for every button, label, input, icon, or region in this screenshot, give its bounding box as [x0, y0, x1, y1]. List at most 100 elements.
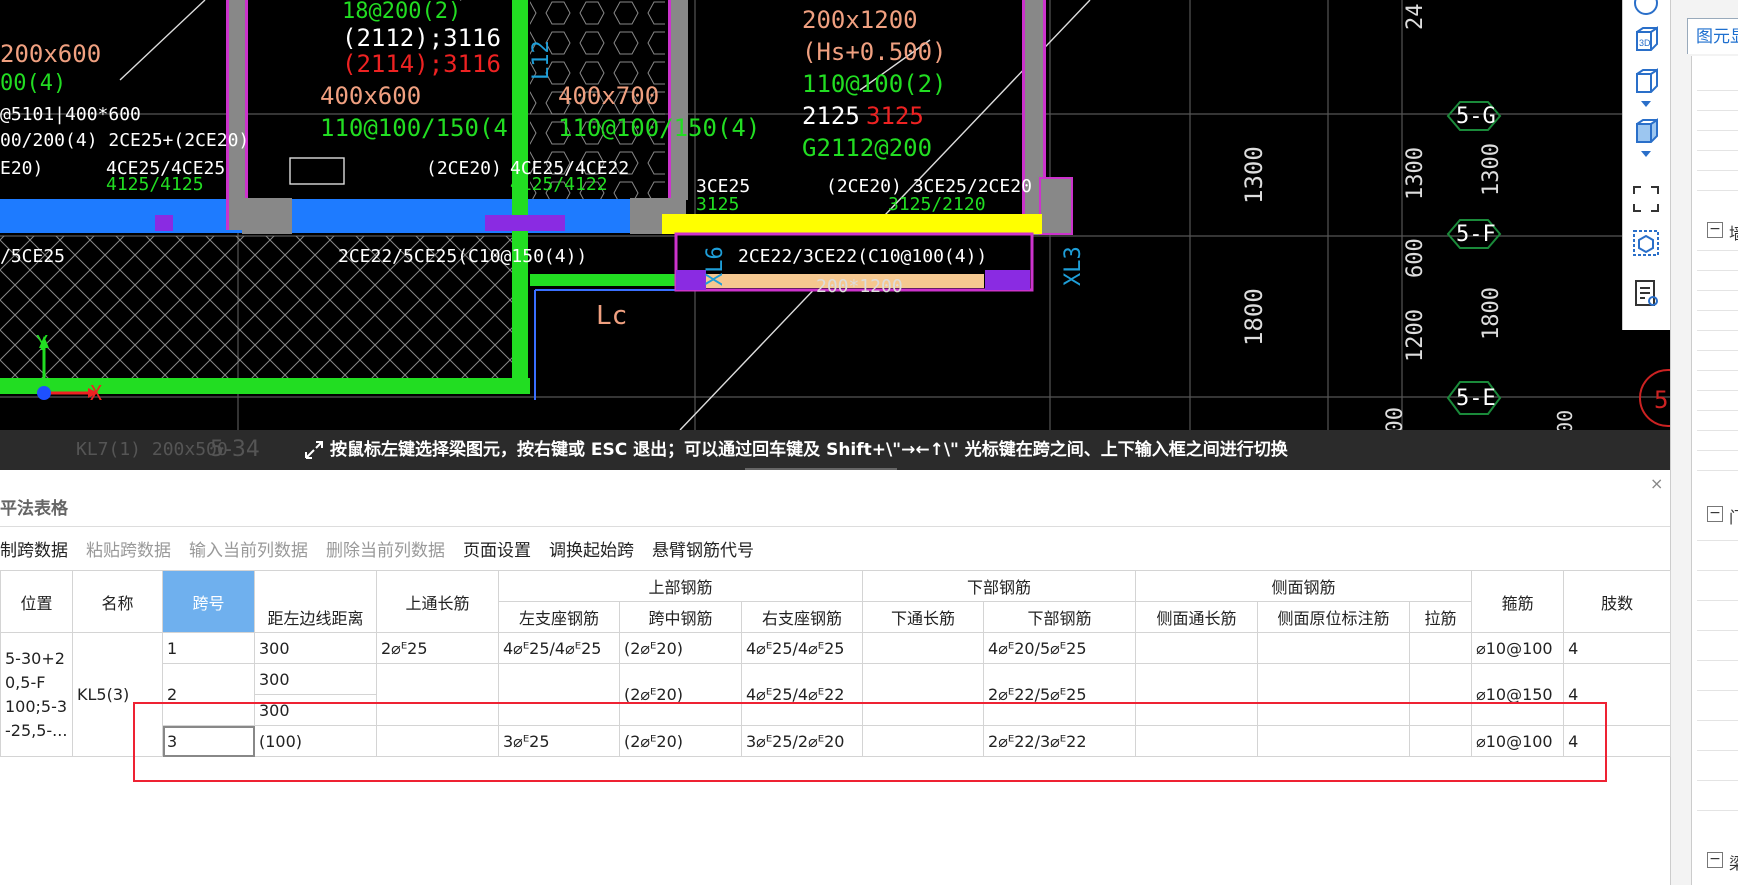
tree-node-door[interactable]: 门 — [1729, 504, 1738, 528]
side-inplace-cell[interactable] — [1257, 663, 1411, 726]
dist-cell[interactable]: 300 — [254, 694, 377, 726]
cad-label: Lc — [596, 301, 627, 331]
legs-cell[interactable]: 4 — [1563, 663, 1672, 726]
swap-start-span-button[interactable]: 调换起始跨 — [549, 536, 634, 566]
right-side-panel: 图元显示 − 墙 − 门 − 梁 — [1670, 0, 1738, 885]
cad-label: XL3 — [1061, 246, 1086, 286]
col-header-name: 名称 — [72, 570, 163, 633]
table-row: 2 300 (2⌀ᴱ20) 4⌀ᴱ25/4⌀ᴱ22 2⌀ᴱ22/5⌀ᴱ25 ⌀1… — [1, 663, 1672, 726]
cad-label: G2112@200 — [802, 134, 932, 162]
delete-column-button[interactable]: 删除当前列数据 — [326, 536, 445, 566]
3d-view-icon[interactable]: 3D — [1629, 22, 1663, 56]
bottom-through-cell[interactable] — [862, 725, 985, 757]
orbit-icon[interactable] — [1629, 0, 1663, 20]
paste-span-button[interactable]: 粘贴跨数据 — [86, 536, 171, 566]
chevron-down-icon[interactable] — [1629, 96, 1663, 112]
cad-label: 1200 — [1403, 309, 1428, 362]
legs-cell[interactable]: 4 — [1563, 725, 1672, 757]
right-seat-cell[interactable]: 3⌀ᴱ25/2⌀ᴱ20 — [740, 725, 864, 757]
cad-label: 1300 — [1479, 143, 1504, 196]
span-edit-cell[interactable]: 3 — [162, 725, 255, 757]
copy-span-button[interactable]: 制跨数据 — [0, 536, 68, 566]
position-line: 0,5-F — [5, 672, 46, 692]
side-through-cell[interactable] — [1135, 663, 1259, 726]
chevron-down-icon[interactable] — [1629, 146, 1663, 162]
cad-label: @5101|400*600 — [0, 104, 141, 125]
cad-label: 1300 — [1240, 146, 1268, 204]
stirrup-cell[interactable]: ⌀10@100 — [1471, 632, 1565, 664]
bottom-through-cell[interactable] — [862, 663, 985, 726]
span-cell[interactable]: 2 — [162, 663, 255, 726]
input-column-button[interactable]: 输入当前列数据 — [189, 536, 308, 566]
select-component-icon[interactable] — [1629, 226, 1663, 260]
fit-view-icon[interactable] — [1629, 182, 1663, 216]
tree-node-wall[interactable]: 墙 — [1729, 220, 1738, 244]
cad-label: 00/200(4) 2CE25+(2CE20) — [0, 130, 249, 151]
page-setup-button[interactable]: 页面设置 — [463, 536, 531, 566]
mid-span-cell[interactable]: (2⌀ᴱ20) — [619, 663, 742, 726]
bottom-through-cell[interactable] — [862, 632, 985, 664]
name-cell[interactable]: KL5(3) — [72, 632, 163, 757]
side-through-cell[interactable] — [1135, 632, 1259, 664]
property-view-icon[interactable] — [1629, 276, 1663, 310]
right-seat-cell[interactable]: 4⌀ᴱ25/4⌀ᴱ22 — [740, 663, 864, 726]
mid-span-cell[interactable]: (2⌀ᴱ20) — [619, 725, 742, 757]
tab-element-display[interactable]: 图元显示 — [1687, 18, 1738, 54]
cad-label: 1800 — [1240, 288, 1268, 346]
left-seat-cell[interactable] — [498, 663, 620, 726]
dist-cell[interactable]: 300 — [254, 663, 377, 695]
left-seat-cell[interactable]: 3⌀ᴱ25 — [498, 725, 620, 757]
tie-cell[interactable] — [1409, 632, 1473, 664]
bottom-bars-cell[interactable]: 4⌀ᴱ20/5⌀ᴱ25 — [983, 632, 1137, 664]
cad-canvas[interactable]: 200x600 00(4) @5101|400*600 00/200(4) 2C… — [0, 0, 1670, 470]
close-icon[interactable]: × — [1650, 474, 1663, 493]
cad-label: 110@100/150(4) — [558, 114, 760, 142]
col-header-legs: 肢数 — [1563, 570, 1672, 633]
top-through-cell[interactable]: 2⌀ᴱ25 — [376, 632, 499, 664]
side-inplace-cell[interactable] — [1257, 725, 1411, 757]
collapse-icon[interactable]: − — [1707, 852, 1723, 868]
cad-label: (2114);3116 — [342, 50, 501, 78]
span-cell[interactable]: 1 — [162, 632, 255, 664]
position-cell[interactable]: 5-30+2 0,5-F 100;5-3 -25,5-... — [0, 632, 73, 757]
collapse-icon[interactable]: − — [1707, 506, 1723, 522]
mid-span-cell[interactable]: (2⌀ᴱ20) — [619, 632, 742, 664]
tree-node-beam[interactable]: 梁 — [1729, 850, 1738, 874]
right-seat-cell[interactable]: 4⌀ᴱ25/4⌀ᴱ25 — [740, 632, 864, 664]
svg-text:3D: 3D — [1639, 38, 1651, 48]
panel-splitter-handle[interactable] — [745, 468, 897, 470]
bottom-bars-cell[interactable]: 2⌀ᴱ22/5⌀ᴱ25 — [983, 663, 1137, 726]
top-through-cell[interactable] — [376, 725, 499, 757]
cad-label: 3125 — [866, 102, 924, 130]
dist-cell[interactable]: 300 — [254, 632, 377, 664]
tie-cell[interactable] — [1409, 663, 1473, 726]
dist-cell[interactable]: (100) — [254, 725, 377, 757]
cad-label: (Hs+0.500) — [802, 38, 947, 66]
col-header-span[interactable]: 跨号 — [162, 570, 255, 633]
cad-label: 200*1200 — [816, 276, 903, 297]
stirrup-cell[interactable]: ⌀10@150 — [1471, 663, 1565, 726]
top-through-cell[interactable] — [376, 663, 499, 726]
position-line: 5-30+2 — [5, 648, 65, 668]
tie-cell[interactable] — [1409, 725, 1473, 757]
bottom-bars-cell[interactable]: 2⌀ᴱ22/3⌀ᴱ22 — [983, 725, 1137, 757]
legs-cell[interactable]: 4 — [1563, 632, 1672, 664]
cad-label: (2112);3116 — [342, 24, 501, 52]
collapse-icon[interactable]: − — [1707, 222, 1723, 238]
cantilever-code-button[interactable]: 悬臂钢筋代号 — [652, 536, 754, 566]
axis-bubble-label: 5 — [1654, 386, 1668, 414]
stirrup-cell[interactable]: ⌀10@100 — [1471, 725, 1565, 757]
side-through-cell[interactable] — [1135, 725, 1259, 757]
cad-label: 400x700 — [558, 82, 659, 110]
box-view-icon[interactable] — [1629, 64, 1663, 98]
left-seat-cell[interactable]: 4⌀ᴱ25/4⌀ᴱ25 — [498, 632, 620, 664]
cad-label: 1800 — [1479, 287, 1504, 340]
table-row: 5-30+2 0,5-F 100;5-3 -25,5-... KL5(3) 1 300… — [0, 632, 1672, 757]
cad-label: 3125 — [696, 194, 739, 215]
cad-drawing: 200x600 00(4) @5101|400*600 00/200(4) 2C… — [0, 0, 1670, 470]
cad-label: 18@200(2) — [342, 0, 461, 24]
side-inplace-cell[interactable] — [1257, 632, 1411, 664]
axis-label: 5-F — [1456, 222, 1496, 247]
cad-label: XL6 — [703, 246, 728, 286]
solid-box-icon[interactable] — [1629, 114, 1663, 148]
